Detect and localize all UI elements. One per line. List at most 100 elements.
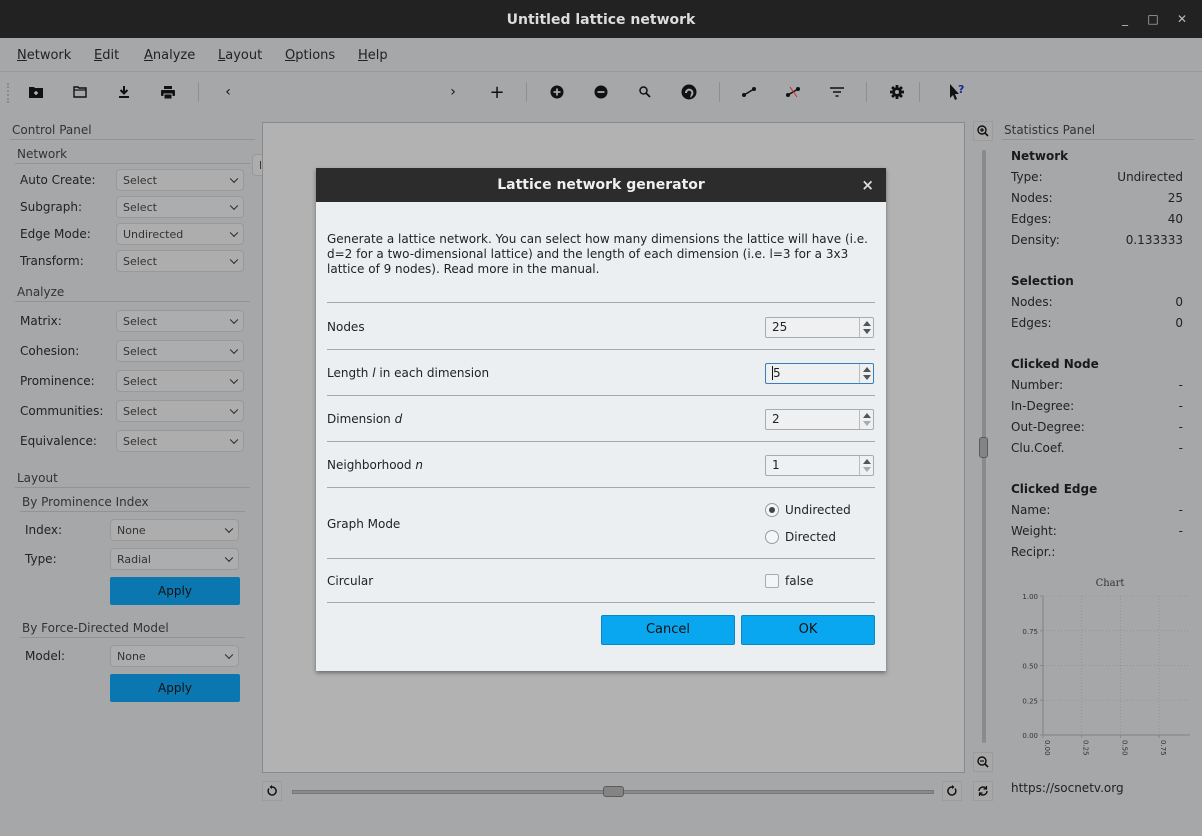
chevron-left-icon[interactable]: ‹ [216, 81, 240, 103]
dimension-spinbox[interactable]: 2 [765, 409, 874, 430]
spin-up-icon[interactable] [863, 321, 871, 326]
radio-undirected[interactable] [765, 503, 779, 517]
menu-edit[interactable]: Edit [94, 48, 119, 63]
spin-arrows[interactable] [859, 410, 873, 429]
spin-down-icon[interactable] [863, 467, 871, 472]
spin-up-icon[interactable] [863, 367, 871, 372]
ok-button[interactable]: OK [741, 615, 875, 645]
zoom-in-icon[interactable] [973, 121, 993, 141]
transform-select[interactable]: Select [116, 250, 244, 272]
whats-this-icon[interactable]: ? [945, 81, 969, 103]
menu-layout[interactable]: Layout [218, 48, 262, 63]
stat-network-edges: 40 [1167, 212, 1183, 226]
zoom-out-icon[interactable] [589, 81, 613, 103]
save-download-icon[interactable] [112, 81, 136, 103]
model-select[interactable]: None [110, 645, 239, 667]
chart-ytick-label: 0.25 [1022, 697, 1038, 705]
cancel-button[interactable]: Cancel [601, 615, 735, 645]
edge-mode-select[interactable]: Undirected [116, 223, 244, 245]
matrix-label: Matrix: [20, 314, 62, 328]
communities-select[interactable]: Select [116, 400, 244, 422]
stat-edge-name: - [1178, 503, 1183, 517]
chevron-down-icon [229, 375, 239, 385]
stat-edge-weight: - [1178, 524, 1183, 538]
select-value: Select [123, 344, 157, 358]
search-icon[interactable] [633, 81, 657, 103]
stat-label: Nodes: [1011, 295, 1053, 309]
by-force-heading: By Force-Directed Model [22, 621, 169, 635]
website-link[interactable]: https://socnetv.org [1011, 781, 1124, 795]
zoom-out-icon[interactable] [973, 752, 993, 772]
subgraph-label: Subgraph: [20, 200, 83, 214]
chevron-down-icon [224, 553, 234, 563]
maximize-button[interactable]: □ [1146, 12, 1160, 26]
prominence-select[interactable]: Select [116, 370, 244, 392]
close-icon[interactable]: × [861, 168, 874, 202]
radio-directed-label[interactable]: Directed [785, 530, 836, 544]
menu-help[interactable]: Help [358, 48, 388, 63]
spin-arrows[interactable] [859, 318, 873, 337]
radio-undirected-label[interactable]: Undirected [785, 503, 851, 517]
dialog-description: Generate a lattice network. You can sele… [327, 232, 868, 276]
equivalence-select[interactable]: Select [116, 430, 244, 452]
stat-network-nodes: 25 [1167, 191, 1183, 205]
cohesion-select[interactable]: Select [116, 340, 244, 362]
select-value: Select [123, 200, 157, 214]
matrix-select[interactable]: Select [116, 310, 244, 332]
spin-down-icon[interactable] [863, 329, 871, 334]
zoom-in-icon[interactable] [545, 81, 569, 103]
spin-down-icon[interactable] [863, 421, 871, 426]
stat-node-number: - [1178, 378, 1183, 392]
plus-icon[interactable]: + [485, 81, 509, 103]
spin-arrows[interactable] [859, 456, 873, 475]
new-network-icon[interactable] [24, 81, 48, 103]
zoom-slider-handle[interactable] [979, 437, 988, 458]
open-folder-icon[interactable] [68, 81, 92, 103]
neighborhood-label: Neighborhood n [327, 458, 423, 472]
neighborhood-spinbox[interactable]: 1 [765, 455, 874, 476]
circular-checkbox[interactable] [765, 574, 779, 588]
select-value: Select [123, 404, 157, 418]
remove-edge-icon[interactable] [781, 81, 805, 103]
spin-up-icon[interactable] [863, 413, 871, 418]
chevron-right-icon[interactable]: › [441, 81, 465, 103]
subgraph-select[interactable]: Select [116, 196, 244, 218]
add-edge-icon[interactable] [737, 81, 761, 103]
gear-icon[interactable] [885, 81, 909, 103]
print-icon[interactable] [156, 81, 180, 103]
auto-create-label: Auto Create: [20, 173, 96, 187]
toolbar-separator [719, 82, 720, 102]
radio-directed[interactable] [765, 530, 779, 544]
reset-view-icon[interactable] [973, 781, 993, 801]
minimize-button[interactable]: _ [1118, 12, 1132, 26]
apply-force-layout-button[interactable]: Apply [110, 674, 240, 702]
index-select[interactable]: None [110, 519, 239, 541]
graph-mode-label: Graph Mode [327, 517, 401, 531]
menu-network[interactable]: Network [17, 48, 71, 63]
rotate-left-icon[interactable] [262, 781, 282, 801]
rotate-right-icon[interactable] [942, 781, 962, 801]
rotation-slider-handle[interactable] [603, 786, 624, 797]
toolbar-grip[interactable] [7, 83, 10, 103]
toolbar-separator [526, 82, 527, 102]
lattice-generator-dialog: Lattice network generator × Generate a l… [316, 168, 886, 671]
cohesion-label: Cohesion: [20, 344, 80, 358]
rotate-icon[interactable] [677, 81, 701, 103]
spin-down-icon[interactable] [863, 375, 871, 380]
apply-prominence-layout-button[interactable]: Apply [110, 577, 240, 605]
length-spinbox[interactable]: 5 [765, 363, 874, 384]
type-select[interactable]: Radial [110, 548, 239, 570]
nodes-spinbox[interactable]: 25 [765, 317, 874, 338]
menu-options[interactable]: Options [285, 48, 335, 63]
auto-create-select[interactable]: Select [116, 169, 244, 191]
control-panel-title: Control Panel [12, 123, 92, 137]
circular-checkbox-label[interactable]: false [785, 574, 814, 588]
stat-label: Name: [1011, 503, 1051, 517]
title-bar: Untitled lattice network _ □ ✕ [0, 0, 1202, 38]
stat-label: Edges: [1011, 316, 1052, 330]
spin-up-icon[interactable] [863, 459, 871, 464]
close-button[interactable]: ✕ [1175, 12, 1189, 26]
filter-icon[interactable] [825, 81, 849, 103]
spin-arrows[interactable] [859, 364, 873, 383]
menu-analyze[interactable]: Analyze [144, 48, 195, 63]
